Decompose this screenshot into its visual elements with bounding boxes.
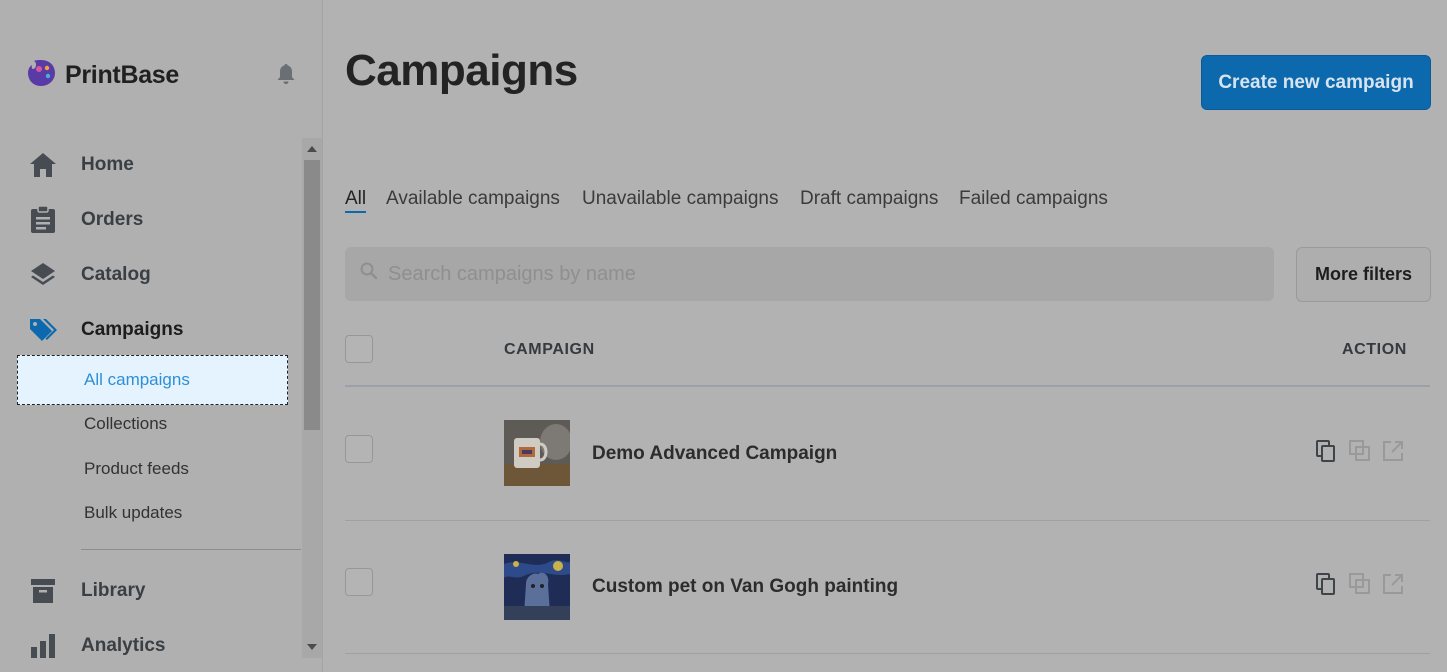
tab-failed-campaigns[interactable]: Failed campaigns bbox=[959, 188, 1108, 210]
sidebar-subitem-bulk-updates[interactable]: Bulk updates bbox=[84, 503, 182, 523]
copy-icon[interactable] bbox=[1314, 439, 1338, 463]
sidebar-item-label: Library bbox=[81, 580, 146, 601]
duplicate-icon[interactable] bbox=[1348, 439, 1372, 463]
archive-icon bbox=[28, 576, 58, 606]
printbase-logo-icon bbox=[25, 57, 57, 94]
brand-name: PrintBase bbox=[65, 60, 180, 89]
brand-logo[interactable]: PrintBase bbox=[25, 58, 179, 92]
page-title: Campaigns bbox=[345, 46, 578, 95]
row-divider bbox=[345, 653, 1430, 654]
create-campaign-button[interactable]: Create new campaign bbox=[1201, 55, 1431, 110]
sidebar-item-orders[interactable]: Orders bbox=[0, 198, 300, 242]
tab-all[interactable]: All bbox=[345, 188, 366, 210]
external-link-icon[interactable] bbox=[1381, 572, 1405, 596]
tab-available-campaigns[interactable]: Available campaigns bbox=[386, 188, 560, 210]
tab-draft-campaigns[interactable]: Draft campaigns bbox=[800, 188, 938, 210]
sidebar-divider bbox=[81, 549, 301, 550]
sidebar-scrollbar[interactable] bbox=[302, 138, 322, 658]
sidebar-item-catalog[interactable]: Catalog bbox=[0, 253, 300, 297]
sidebar-item-label: Catalog bbox=[81, 264, 151, 285]
sidebar-item-analytics[interactable]: Analytics bbox=[0, 624, 300, 658]
row-checkbox[interactable] bbox=[345, 568, 373, 596]
duplicate-icon[interactable] bbox=[1348, 572, 1372, 596]
scroll-up-icon[interactable] bbox=[307, 146, 317, 152]
active-tab-indicator bbox=[345, 211, 366, 213]
tags-icon bbox=[28, 315, 58, 345]
sidebar-nav: Home Orders Catalog Campaigns All campai… bbox=[0, 138, 322, 658]
tab-unavailable-campaigns[interactable]: Unavailable campaigns bbox=[582, 188, 778, 210]
external-link-icon[interactable] bbox=[1381, 439, 1405, 463]
sidebar-item-label: Campaigns bbox=[81, 319, 184, 340]
sidebar-subitem-product-feeds[interactable]: Product feeds bbox=[84, 459, 189, 479]
copy-icon[interactable] bbox=[1314, 572, 1338, 596]
row-checkbox[interactable] bbox=[345, 435, 373, 463]
column-header-campaign: CAMPAIGN bbox=[504, 341, 595, 358]
bell-icon[interactable] bbox=[274, 62, 298, 86]
sidebar-item-label: Analytics bbox=[81, 635, 166, 656]
search-placeholder: Search campaigns by name bbox=[388, 263, 636, 285]
sidebar-item-campaigns[interactable]: Campaigns bbox=[0, 308, 300, 352]
campaign-name[interactable]: Custom pet on Van Gogh painting bbox=[592, 576, 898, 598]
more-filters-button[interactable]: More filters bbox=[1296, 247, 1431, 302]
campaign-name[interactable]: Demo Advanced Campaign bbox=[592, 443, 837, 465]
search-icon bbox=[359, 261, 379, 281]
bar-chart-icon bbox=[28, 631, 58, 658]
sidebar-subitem-label: All campaigns bbox=[84, 370, 190, 389]
scroll-thumb[interactable] bbox=[304, 160, 320, 430]
column-header-action: ACTION bbox=[1342, 341, 1407, 358]
sidebar-item-home[interactable]: Home bbox=[0, 143, 300, 187]
sidebar-subitem-collections[interactable]: Collections bbox=[84, 414, 167, 434]
sidebar: PrintBase Home Orders Catalog Campaigns … bbox=[0, 0, 323, 672]
campaign-thumbnail[interactable] bbox=[504, 554, 570, 620]
sidebar-subitem-all-campaigns[interactable]: All campaigns bbox=[17, 355, 288, 405]
clipboard-icon bbox=[28, 205, 58, 235]
campaign-thumbnail[interactable] bbox=[504, 420, 570, 486]
sidebar-item-label: Orders bbox=[81, 209, 144, 230]
layers-icon bbox=[28, 260, 58, 290]
sidebar-item-label: Home bbox=[81, 154, 134, 175]
table-header-divider bbox=[345, 385, 1430, 387]
sidebar-item-library[interactable]: Library bbox=[0, 569, 300, 613]
row-divider bbox=[345, 520, 1430, 521]
scroll-down-icon[interactable] bbox=[307, 644, 317, 650]
select-all-checkbox[interactable] bbox=[345, 335, 373, 363]
search-input[interactable]: Search campaigns by name bbox=[345, 247, 1274, 301]
home-icon bbox=[28, 150, 58, 180]
